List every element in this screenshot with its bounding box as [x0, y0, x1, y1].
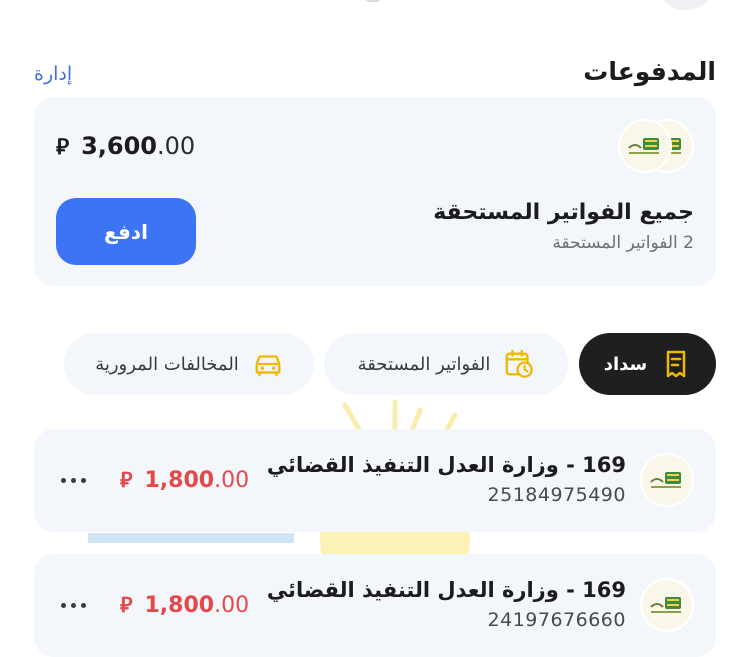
- bill-amount: ⃁ 1,800.00: [120, 466, 249, 493]
- moj-logo-icon: [618, 119, 672, 173]
- amount-decimal: .00: [214, 593, 250, 618]
- moj-logo-icon: [640, 578, 694, 632]
- tab-label: المخالفات المرورية: [95, 353, 239, 375]
- tab-due-bills[interactable]: الفواتير المستحقة: [324, 333, 568, 395]
- calendar-clock-icon: [504, 349, 534, 379]
- amount-integer: 1,800: [144, 593, 215, 618]
- bill-number: 24197676660: [487, 609, 626, 631]
- manage-link[interactable]: إدارة: [34, 63, 72, 85]
- dot: [60, 477, 66, 483]
- riyal-icon: ⃁: [56, 135, 70, 160]
- dot: [70, 477, 76, 483]
- amount-decimal: .00: [157, 132, 196, 160]
- summary-title: جميع الفواتير المستحقة: [433, 200, 694, 225]
- tab-traffic-violations[interactable]: المخالفات المرورية: [64, 333, 314, 395]
- dot: [70, 602, 76, 608]
- section-title: المدفوعات: [583, 57, 716, 86]
- tab-label: الفواتير المستحقة: [357, 353, 491, 375]
- avatar[interactable]: [660, 0, 712, 10]
- top-handle: [366, 0, 380, 2]
- more-options-button[interactable]: [56, 590, 90, 620]
- dot: [80, 477, 86, 483]
- total-due-amount: ⃁ 3,600.00: [56, 132, 195, 161]
- summary-subtitle: 2 الفواتير المستحقة: [552, 233, 694, 253]
- bill-item[interactable]: 169 - وزارة العدل التنفيذ القضائي 251849…: [34, 429, 716, 532]
- more-options-button[interactable]: [56, 465, 90, 495]
- background-decoration: [88, 533, 294, 543]
- receipt-icon: [661, 349, 691, 379]
- bill-title: 169 - وزارة العدل التنفيذ القضائي: [266, 578, 626, 602]
- car-icon: [253, 349, 283, 379]
- biller-logos: [618, 119, 694, 173]
- bill-number: 25184975490: [487, 484, 626, 506]
- amount-integer: 1,800: [144, 468, 215, 493]
- tab-sadad[interactable]: سداد: [579, 333, 716, 395]
- riyal-icon: ⃁: [120, 468, 133, 492]
- amount-decimal: .00: [214, 468, 250, 493]
- tab-label: سداد: [603, 353, 648, 375]
- riyal-icon: ⃁: [120, 593, 133, 617]
- bill-title: 169 - وزارة العدل التنفيذ القضائي: [266, 453, 626, 477]
- bill-amount: ⃁ 1,800.00: [120, 591, 249, 618]
- dot: [60, 602, 66, 608]
- amount-integer: 3,600: [81, 132, 157, 160]
- bill-item[interactable]: 169 - وزارة العدل التنفيذ القضائي 241976…: [34, 554, 716, 657]
- pay-button[interactable]: ادفع: [56, 198, 196, 265]
- moj-logo-icon: [640, 453, 694, 507]
- due-bills-summary-card[interactable]: ⃁ 3,600.00 جميع الفواتير المستحقة 2 الفو…: [34, 97, 716, 286]
- dot: [80, 602, 86, 608]
